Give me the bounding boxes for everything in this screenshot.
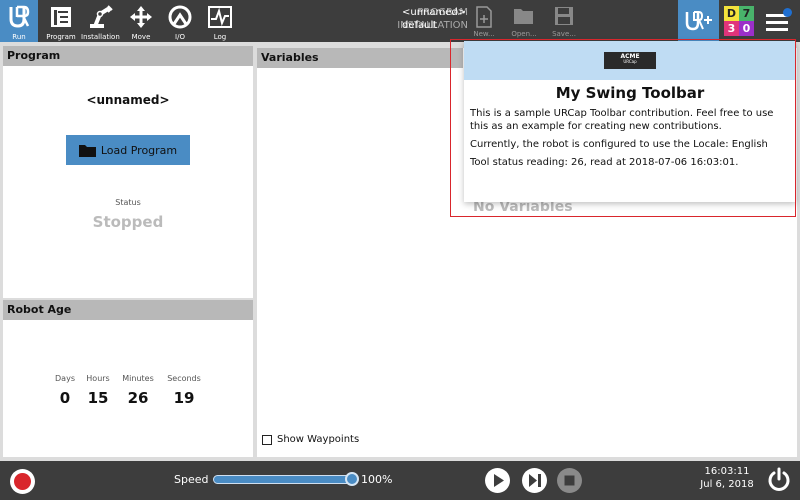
tab-io[interactable]: I/O (161, 0, 199, 42)
tab-program[interactable]: Program (42, 0, 80, 42)
io-icon (168, 5, 192, 29)
urcap-plus-icon (685, 11, 712, 31)
record-button[interactable] (10, 469, 35, 494)
age-seconds: Seconds 19 (164, 374, 204, 407)
save-button[interactable]: Save... (546, 0, 582, 42)
hamburger-menu-icon[interactable] (764, 8, 792, 36)
tab-program-label: Program (46, 33, 76, 41)
open-folder-icon (514, 9, 533, 24)
program-name-display: <unnamed> (86, 93, 170, 107)
log-icon (208, 6, 232, 28)
age-seconds-value: 19 (173, 389, 195, 407)
power-button[interactable] (766, 467, 792, 493)
save-icon (555, 7, 573, 25)
tab-io-label: I/O (175, 33, 185, 41)
robot-arm-icon (90, 5, 113, 28)
tab-installation-label: Installation (81, 33, 120, 41)
bottom-toolbar: Speed 100% 16:03:11 Jul 6, 2018 (0, 461, 800, 500)
folder-icon (78, 144, 96, 157)
tab-move[interactable]: Move (122, 0, 160, 42)
new-label: New... (473, 30, 495, 38)
tab-move-label: Move (131, 33, 151, 41)
show-waypoints-checkbox[interactable] (262, 434, 272, 445)
time-display: 16:03:11 (704, 466, 750, 477)
load-program-button[interactable]: Load Program (66, 135, 190, 165)
play-button[interactable] (485, 468, 510, 493)
power-icon (768, 467, 790, 491)
tab-run[interactable]: Run (0, 0, 38, 42)
play-icon (494, 474, 504, 487)
speed-slider-handle[interactable] (345, 472, 359, 486)
move-arrows-icon (130, 6, 152, 28)
age-hours-value: 15 (87, 389, 109, 407)
show-waypoints-label: Show Waypoints (277, 434, 360, 445)
open-label: Open... (511, 30, 537, 38)
tab-run-label: Run (12, 33, 26, 41)
age-seconds-label: Seconds (167, 374, 201, 383)
variables-title: Variables (257, 48, 463, 68)
urcap-toolbar-button[interactable] (678, 0, 719, 42)
program-panel-title: Program (3, 46, 253, 66)
tab-log-label: Log (213, 33, 227, 41)
age-minutes: Minutes 26 (118, 374, 158, 407)
stop-button[interactable] (557, 468, 582, 493)
status-cell: 7 (739, 6, 754, 21)
age-hours: Hours 15 (78, 374, 118, 407)
open-button[interactable]: Open... (506, 0, 542, 42)
program-icon (51, 7, 71, 27)
date-display: Jul 6, 2018 (700, 479, 754, 490)
status-label: Status (115, 198, 141, 207)
status-cell: 3 (724, 21, 739, 36)
step-button[interactable] (522, 468, 547, 493)
robot-status-indicator[interactable]: D 7 3 0 (724, 6, 754, 36)
stop-icon (564, 475, 575, 486)
tab-log[interactable]: Log (201, 0, 239, 42)
show-waypoints-toggle[interactable]: Show Waypoints (262, 434, 359, 445)
highlight-box (450, 39, 796, 217)
status-value: Stopped (92, 213, 164, 231)
load-program-label: Load Program (100, 143, 178, 157)
new-file-icon (476, 6, 492, 28)
speed-slider-track[interactable] (213, 475, 356, 484)
robot-age-title: Robot Age (3, 300, 253, 320)
ur-logo-icon (9, 5, 30, 28)
status-cell: 0 (739, 21, 754, 36)
speed-label: Speed (174, 473, 209, 486)
program-panel: Program <unnamed> Status Stopped (3, 46, 253, 298)
save-label: Save... (552, 30, 576, 38)
top-toolbar: Run Program Installation Move I/O Log PR… (0, 0, 800, 42)
status-cell: D (724, 6, 739, 21)
tab-installation[interactable]: Installation (81, 0, 120, 42)
speed-value: 100% (361, 473, 393, 486)
new-button[interactable]: New... (466, 0, 502, 42)
notification-dot (783, 8, 792, 17)
step-forward-icon (529, 474, 541, 487)
age-minutes-value: 26 (127, 389, 149, 407)
age-hours-label: Hours (86, 374, 110, 383)
age-minutes-label: Minutes (122, 374, 154, 383)
